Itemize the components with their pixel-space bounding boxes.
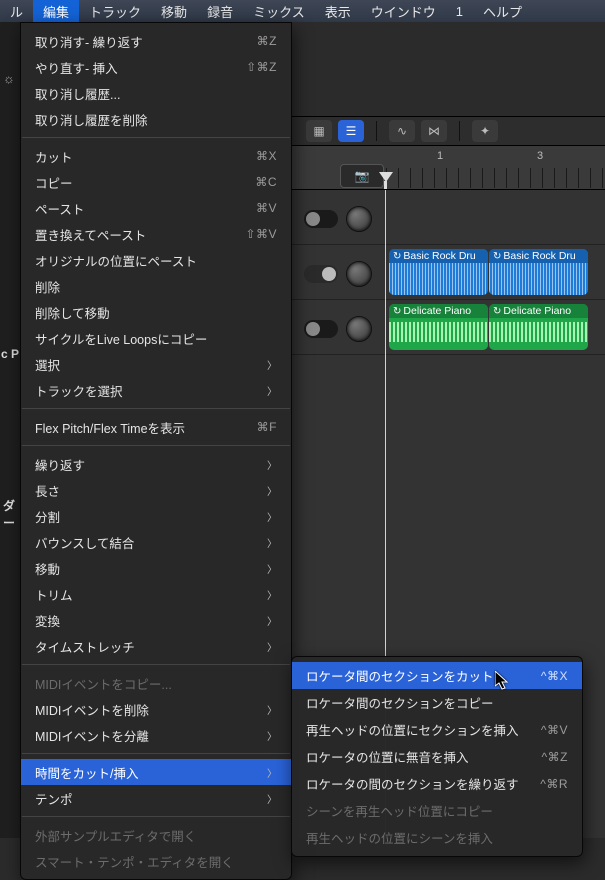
- menu-item[interactable]: タイムストレッチ〉: [21, 633, 291, 659]
- time-cut-insert-submenu: ロケータ間のセクションをカット^⌘Xロケータ間のセクションをコピー再生ヘッドの位…: [291, 656, 583, 857]
- menu-item[interactable]: 時間をカット/挿入〉: [21, 759, 291, 785]
- track-row[interactable]: ↻Delicate Piano↻Delicate Piano: [292, 300, 605, 355]
- ruler-marker: 1: [437, 150, 443, 162]
- menu-録音[interactable]: 録音: [197, 0, 243, 22]
- menu-1[interactable]: 1: [446, 0, 473, 22]
- menu-ミックス[interactable]: ミックス: [243, 0, 315, 22]
- menu-item[interactable]: 長さ〉: [21, 477, 291, 503]
- left-label-2: ダー: [3, 497, 20, 531]
- menu-item[interactable]: 選択〉: [21, 351, 291, 377]
- menu-item[interactable]: バウンスして結合〉: [21, 529, 291, 555]
- menubar: ル編集トラック移動録音ミックス表示ウインドウ1ヘルプ: [0, 0, 605, 22]
- mouse-cursor-icon: [495, 671, 511, 694]
- track-knob[interactable]: [346, 261, 372, 287]
- menu-item[interactable]: 削除: [21, 273, 291, 299]
- menu-item[interactable]: MIDIイベントを分離〉: [21, 722, 291, 748]
- menu-item[interactable]: 繰り返す〉: [21, 451, 291, 477]
- track-toggle[interactable]: [304, 210, 338, 228]
- loop-icon: ↻: [493, 251, 501, 262]
- wand-icon[interactable]: ✦: [472, 120, 498, 142]
- menu-item[interactable]: 置き換えてペースト⇧⌘V: [21, 221, 291, 247]
- track-row[interactable]: [292, 190, 605, 245]
- menu-item[interactable]: テンポ〉: [21, 785, 291, 811]
- menu-item[interactable]: 取り消す- 繰り返す⌘Z: [21, 28, 291, 54]
- menu-item: スマート・テンポ・エディタを開く: [21, 848, 291, 874]
- menu-item[interactable]: 分割〉: [21, 503, 291, 529]
- menu-表示[interactable]: 表示: [315, 0, 361, 22]
- track-toggle[interactable]: [304, 320, 338, 338]
- menu-item[interactable]: MIDIイベントを削除〉: [21, 696, 291, 722]
- menu-ル[interactable]: ル: [0, 0, 33, 22]
- automation-curve-icon[interactable]: ∿: [389, 120, 415, 142]
- menu-item[interactable]: ペースト⌘V: [21, 195, 291, 221]
- submenu-item[interactable]: ロケータ間のセクションをコピー: [292, 689, 582, 716]
- menu-item[interactable]: コピー⌘C: [21, 169, 291, 195]
- toolbar: ▦ ☰ ∿ ⋈ ✦: [292, 116, 605, 146]
- menu-トラック[interactable]: トラック: [79, 0, 151, 22]
- menu-item[interactable]: 取り消し履歴...: [21, 80, 291, 106]
- grid-view-icon[interactable]: ▦: [306, 120, 332, 142]
- menu-item[interactable]: トリム〉: [21, 581, 291, 607]
- menu-item[interactable]: 変換〉: [21, 607, 291, 633]
- track-knob[interactable]: [346, 206, 372, 232]
- loop-icon: ↻: [393, 306, 401, 317]
- menu-item[interactable]: Flex Pitch/Flex Timeを表示⌘F: [21, 414, 291, 440]
- submenu-item[interactable]: 再生ヘッドの位置にセクションを挿入^⌘V: [292, 716, 582, 743]
- menu-item[interactable]: オリジナルの位置にペースト: [21, 247, 291, 273]
- menu-item[interactable]: 移動〉: [21, 555, 291, 581]
- track-row[interactable]: ↻Basic Rock Dru↻Basic Rock Dru: [292, 245, 605, 300]
- menu-item[interactable]: 削除して移動: [21, 299, 291, 325]
- track-knob[interactable]: [346, 316, 372, 342]
- menu-編集[interactable]: 編集: [33, 0, 79, 22]
- menu-item[interactable]: サイクルをLive Loopsにコピー: [21, 325, 291, 351]
- loop-icon: ↻: [493, 306, 501, 317]
- menu-item[interactable]: やり直す- 挿入⇧⌘Z: [21, 54, 291, 80]
- menu-item: MIDIイベントをコピー...: [21, 670, 291, 696]
- edit-menu-dropdown: 取り消す- 繰り返す⌘Zやり直す- 挿入⇧⌘Z取り消し履歴...取り消し履歴を削…: [20, 22, 292, 880]
- submenu-item[interactable]: ロケータの間のセクションを繰り返す^⌘R: [292, 770, 582, 797]
- region[interactable]: ↻Delicate Piano: [489, 304, 588, 350]
- region[interactable]: ↻Delicate Piano: [389, 304, 488, 350]
- loop-icon[interactable]: ⋈: [421, 120, 447, 142]
- submenu-item[interactable]: ロケータ間のセクションをカット^⌘X: [292, 662, 582, 689]
- menu-移動[interactable]: 移動: [151, 0, 197, 22]
- menu-item[interactable]: トラックを選択〉: [21, 377, 291, 403]
- region[interactable]: ↻Basic Rock Dru: [389, 249, 488, 295]
- submenu-item[interactable]: ロケータの位置に無音を挿入^⌘Z: [292, 743, 582, 770]
- brightness-icon[interactable]: ☼: [3, 71, 15, 86]
- left-panel-sliver: ☼ c P ダー: [0, 22, 20, 838]
- menu-ヘルプ[interactable]: ヘルプ: [473, 0, 532, 22]
- menu-item: 外部サンプルエディタで開く: [21, 822, 291, 848]
- loop-icon: ↻: [393, 251, 401, 262]
- ruler-marker: 3: [537, 150, 543, 162]
- submenu-item: シーンを再生ヘッド位置にコピー: [292, 797, 582, 824]
- menu-item[interactable]: 取り消し履歴を削除: [21, 106, 291, 132]
- timeline-ruler[interactable]: 📷 135: [292, 146, 605, 190]
- menu-item[interactable]: カット⌘X: [21, 143, 291, 169]
- menu-ウインドウ[interactable]: ウインドウ: [361, 0, 446, 22]
- left-label-1: c P: [1, 347, 19, 361]
- list-view-icon[interactable]: ☰: [338, 120, 364, 142]
- region[interactable]: ↻Basic Rock Dru: [489, 249, 588, 295]
- track-toggle[interactable]: [304, 265, 338, 283]
